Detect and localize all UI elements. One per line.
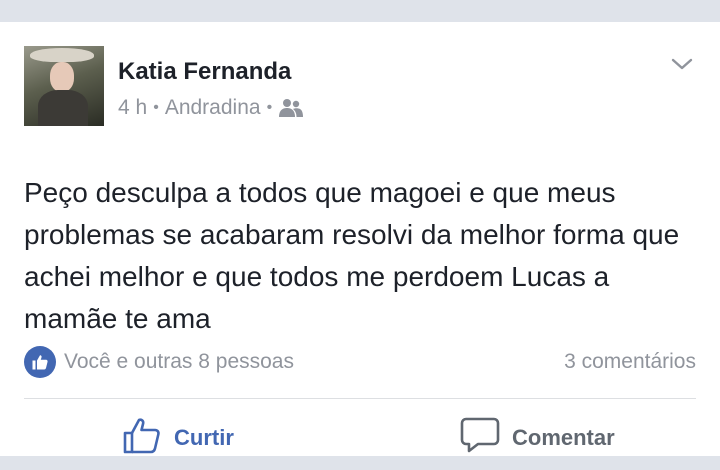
like-label: Curtir xyxy=(174,425,234,450)
reactions-summary[interactable]: Você e outras 8 pessoas xyxy=(24,346,294,378)
reactions-text: Você e outras 8 pessoas xyxy=(64,350,294,373)
author-name[interactable]: Katia Fernanda xyxy=(118,58,291,86)
avatar[interactable] xyxy=(24,46,104,126)
chevron-down-icon[interactable] xyxy=(670,52,694,76)
comment-bubble-icon xyxy=(460,415,500,461)
post-text: Peço desculpa a todos que magoei e que m… xyxy=(24,177,680,334)
post-card: Katia Fernanda 4 h • Andradina • Peço de… xyxy=(0,22,720,456)
comment-label: Comentar xyxy=(512,425,615,450)
divider xyxy=(24,398,696,399)
friends-icon xyxy=(278,98,304,118)
like-button[interactable]: Curtir xyxy=(122,416,234,460)
post-location[interactable]: Andradina xyxy=(165,96,261,120)
post-meta: 4 h • Andradina • xyxy=(118,96,304,120)
avatar-body xyxy=(38,90,88,126)
like-reaction-icon xyxy=(24,346,56,378)
meta-separator: • xyxy=(153,99,159,116)
comment-button[interactable]: Comentar xyxy=(460,416,615,460)
thumbs-up-icon xyxy=(122,415,162,461)
avatar-face xyxy=(50,62,74,92)
comments-count[interactable]: 3 comentários xyxy=(564,350,696,374)
post-time[interactable]: 4 h xyxy=(118,96,147,120)
avatar-hat xyxy=(30,48,94,62)
meta-separator: • xyxy=(266,99,273,116)
